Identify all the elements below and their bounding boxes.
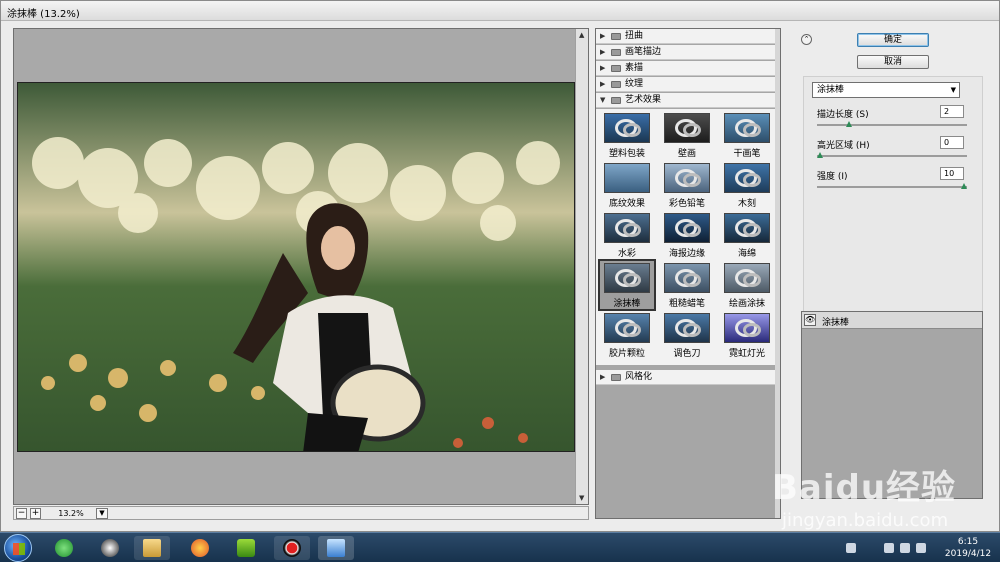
cancel-button[interactable]: 取消 xyxy=(857,55,929,69)
ok-button[interactable]: 确定 xyxy=(857,33,929,47)
clock-time: 6:15 xyxy=(957,537,979,547)
zoom-out-button[interactable]: − xyxy=(16,508,27,519)
taskbar: 6:15 2019/4/12 xyxy=(0,532,1000,562)
intensity-input[interactable]: 10 xyxy=(940,167,964,180)
filter-select[interactable]: 涂抹棒 ▼ xyxy=(812,82,960,98)
thumb-film-grain[interactable]: 胶片颗粒 xyxy=(600,311,654,359)
category-stylize[interactable]: ▶ 风格化 xyxy=(596,370,776,385)
folder-icon xyxy=(611,374,621,381)
firefox-icon xyxy=(191,539,209,557)
record-icon xyxy=(283,539,301,557)
folder-open-icon xyxy=(611,97,621,104)
gallery-scrollbar[interactable] xyxy=(775,29,780,518)
filter-gallery-window: 涂抹棒 (13.2%) ▲ ▼ − + 13.2% ▼ ▶ 扭曲 ▶ 画笔描边 … xyxy=(0,0,1000,532)
preview-scrollbar[interactable]: ▲ ▼ xyxy=(575,29,588,504)
taskbar-app-iqiyi[interactable] xyxy=(228,536,264,560)
taskbar-app-firefox[interactable] xyxy=(182,536,218,560)
keyboard-icon[interactable] xyxy=(846,543,856,553)
folder-icon xyxy=(611,81,621,88)
category-sketch[interactable]: ▶ 素描 xyxy=(596,61,776,76)
preview-image[interactable] xyxy=(17,82,575,452)
taskbar-app-photoshop[interactable] xyxy=(318,536,354,560)
category-brush-strokes[interactable]: ▶ 画笔描边 xyxy=(596,45,776,60)
filter-gallery: ▶ 扭曲 ▶ 画笔描边 ▶ 素描 ▶ 纹理 ▼ 艺术效果 塑料包装 壁画 干画笔 xyxy=(595,28,781,519)
stroke-length-input[interactable]: 2 xyxy=(940,105,964,118)
slider-knob[interactable] xyxy=(817,152,823,158)
collapse-panel-icon[interactable]: ⌃ xyxy=(801,34,812,45)
expand-arrow-icon[interactable]: ▶ xyxy=(600,45,605,60)
volume-icon[interactable] xyxy=(916,543,926,553)
highlight-area-label: 高光区域 (H) xyxy=(817,141,870,151)
video-app-icon xyxy=(237,539,255,557)
thumb-underpainting[interactable]: 底纹效果 xyxy=(600,161,654,209)
zoom-value: 13.2% xyxy=(58,509,84,518)
slider-knob[interactable] xyxy=(961,183,967,189)
expand-arrow-icon[interactable]: ▶ xyxy=(600,77,605,92)
thumb-smudge-stick[interactable]: 涂抹棒 xyxy=(598,259,656,311)
usb-icon[interactable] xyxy=(884,543,894,553)
thumb-fresco[interactable]: 壁画 xyxy=(660,111,714,159)
window-title: 涂抹棒 (13.2%) xyxy=(7,9,80,20)
thumb-sponge[interactable]: 海绵 xyxy=(720,211,774,259)
highlight-area-input[interactable]: 0 xyxy=(940,136,964,149)
thumb-plastic-wrap[interactable]: 塑料包装 xyxy=(600,111,654,159)
thumb-rough-pastels[interactable]: 粗糙蜡笔 xyxy=(660,261,714,309)
start-button[interactable] xyxy=(4,534,32,562)
expand-arrow-icon[interactable]: ▶ xyxy=(600,370,605,385)
browser-icon xyxy=(55,539,73,557)
slider-knob[interactable] xyxy=(845,121,852,127)
stroke-length-label: 描边长度 (S) xyxy=(817,110,869,120)
thumb-neon-glow[interactable]: 霓虹灯光 xyxy=(720,311,774,359)
taskbar-app-360-browser[interactable] xyxy=(46,536,82,560)
windows-logo-icon xyxy=(13,543,25,555)
stroke-length-slider[interactable] xyxy=(817,121,967,127)
preview-photo xyxy=(18,83,574,451)
scroll-down-icon[interactable]: ▼ xyxy=(579,494,584,502)
system-clock[interactable]: 6:15 2019/4/12 xyxy=(940,536,996,560)
artistic-thumbnails: 塑料包装 壁画 干画笔 底纹效果 彩色铅笔 木刻 水彩 海报边缘 海绵 涂抹棒 … xyxy=(596,109,776,365)
chevron-down-icon[interactable]: ▼ xyxy=(951,83,956,97)
filter-parameters: 涂抹棒 ▼ 描边长度 (S) 2 高光区域 (H) 0 强度 (I) 10 xyxy=(803,76,983,326)
thumb-colored-pencil[interactable]: 彩色铅笔 xyxy=(660,161,714,209)
category-artistic[interactable]: ▼ 艺术效果 xyxy=(596,93,776,108)
thumb-dry-brush[interactable]: 干画笔 xyxy=(720,111,774,159)
folder-icon xyxy=(143,539,161,557)
folder-icon xyxy=(611,33,621,40)
zoom-bar: − + 13.2% ▼ xyxy=(13,506,589,520)
intensity-label: 强度 (I) xyxy=(817,172,848,182)
expand-arrow-icon[interactable]: ▶ xyxy=(600,61,605,76)
settings-panel: ⌃ 确定 取消 涂抹棒 ▼ 描边长度 (S) 2 高光区域 (H) 0 强度 (… xyxy=(797,28,985,519)
feather-icon xyxy=(327,539,345,557)
thumb-cutout[interactable]: 木刻 xyxy=(720,161,774,209)
thumb-watercolor[interactable]: 水彩 xyxy=(600,211,654,259)
scroll-up-icon[interactable]: ▲ xyxy=(579,31,584,39)
clock-date: 2019/4/12 xyxy=(944,549,992,559)
zoom-in-button[interactable]: + xyxy=(30,508,41,519)
folder-icon xyxy=(611,49,621,56)
title-bar: 涂抹棒 (13.2%) xyxy=(1,1,999,21)
flag-icon[interactable] xyxy=(900,543,910,553)
highlight-area-slider[interactable] xyxy=(817,152,967,158)
category-distort[interactable]: ▶ 扭曲 xyxy=(596,29,776,44)
expand-arrow-icon[interactable]: ▶ xyxy=(600,29,605,44)
thumb-palette-knife[interactable]: 调色刀 xyxy=(660,311,714,359)
thumb-paint-daubs[interactable]: 绘画涂抹 xyxy=(720,261,774,309)
zoom-dropdown-icon[interactable]: ▼ xyxy=(96,508,108,519)
intensity-slider[interactable] xyxy=(817,183,967,189)
preview-area[interactable]: ▲ ▼ xyxy=(13,28,589,505)
collapse-arrow-icon[interactable]: ▼ xyxy=(600,93,605,108)
taskbar-app-explorer[interactable] xyxy=(134,536,170,560)
effect-layer-row[interactable]: 👁 涂抹棒 xyxy=(802,312,982,329)
eye-icon[interactable]: 👁 xyxy=(804,314,816,326)
taskbar-app-qq[interactable] xyxy=(92,536,128,560)
folder-icon xyxy=(611,65,621,72)
thumb-poster-edges[interactable]: 海报边缘 xyxy=(660,211,714,259)
qq-icon xyxy=(101,539,119,557)
category-texture[interactable]: ▶ 纹理 xyxy=(596,77,776,92)
taskbar-app-recorder[interactable] xyxy=(274,536,310,560)
effect-layers-panel: 👁 涂抹棒 xyxy=(801,311,983,499)
